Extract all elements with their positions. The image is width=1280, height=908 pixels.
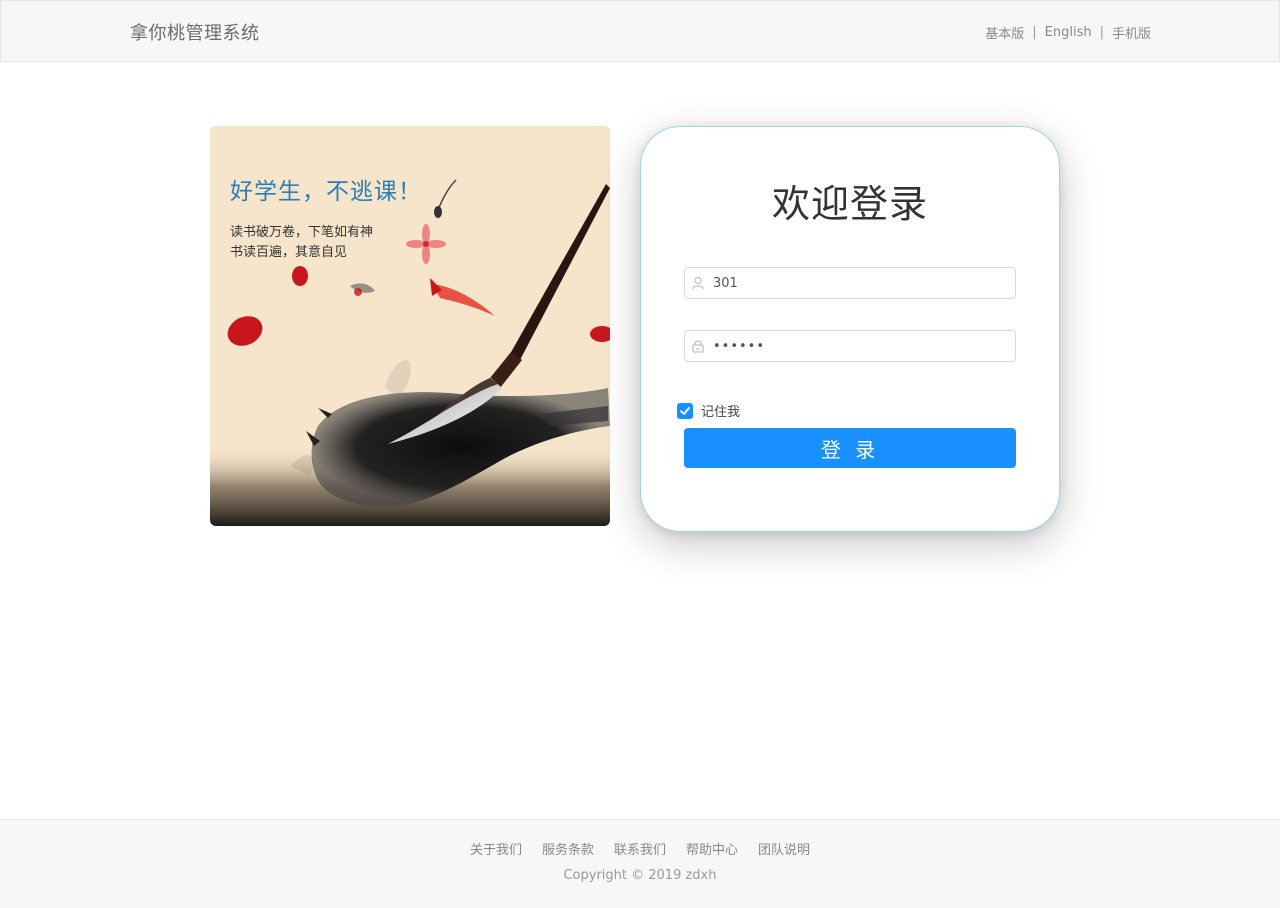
nav-separator: |: [1032, 25, 1037, 40]
footer-link-help[interactable]: 帮助中心: [686, 839, 738, 858]
username-field[interactable]: [684, 267, 1016, 299]
promo-banner: 好学生，不逃课！ 读书破万卷，下笔如有神 书读百遍，其意自见: [210, 126, 610, 526]
nav-separator: |: [1099, 25, 1104, 40]
footer-link-terms[interactable]: 服务条款: [542, 839, 594, 858]
login-title: 欢迎登录: [771, 182, 928, 226]
link-basic-version[interactable]: 基本版: [985, 23, 1024, 42]
copyright-text: Copyright © 2019 zdxh: [563, 868, 717, 883]
page-footer: 关于我们 服务条款 联系我们 帮助中心 团队说明 Copyright © 201…: [0, 819, 1280, 908]
check-icon: [680, 406, 690, 415]
promo-quote-1: 读书破万卷，下笔如有神: [230, 225, 374, 240]
app-title: 拿你桃管理系统: [130, 23, 260, 44]
password-input[interactable]: [713, 331, 1009, 361]
lock-icon: [692, 340, 704, 353]
footer-link-contact[interactable]: 联系我们: [614, 839, 666, 858]
footer-links: 关于我们 服务条款 联系我们 帮助中心 团队说明: [0, 839, 1280, 858]
login-card: 欢迎登录 记住我 登 录: [640, 126, 1060, 532]
username-input[interactable]: [713, 268, 1009, 298]
user-icon: [691, 276, 705, 290]
footer-link-team[interactable]: 团队说明: [758, 839, 810, 858]
top-header: 拿你桃管理系统 基本版 | English | 手机版: [0, 0, 1280, 62]
password-field[interactable]: [684, 330, 1016, 362]
footer-link-about[interactable]: 关于我们: [470, 839, 522, 858]
login-button[interactable]: 登 录: [684, 428, 1016, 468]
remember-me-toggle[interactable]: 记住我: [677, 401, 740, 420]
top-nav-links: 基本版 | English | 手机版: [985, 23, 1151, 42]
remember-me-label: 记住我: [701, 405, 741, 420]
link-mobile-version[interactable]: 手机版: [1112, 23, 1151, 42]
promo-title: 好学生，不逃课！: [230, 179, 422, 205]
remember-me-checkbox[interactable]: [677, 402, 693, 419]
promo-quote-2: 书读百遍，其意自见: [230, 245, 348, 260]
link-english[interactable]: English: [1045, 25, 1092, 40]
